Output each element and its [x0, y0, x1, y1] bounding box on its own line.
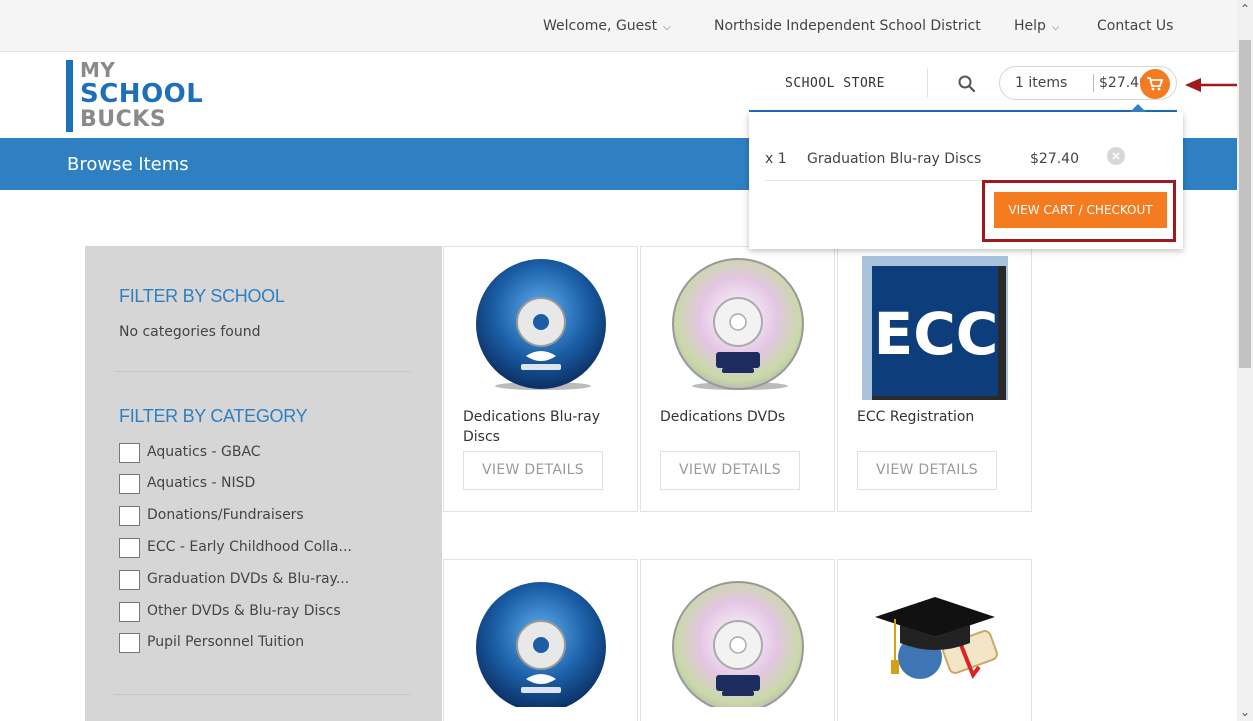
logo-text-bucks: BUCKS [80, 107, 167, 132]
checkbox[interactable] [119, 506, 140, 526]
remove-item-close-icon[interactable] [1107, 147, 1125, 165]
cart-dropdown: x 1 Graduation Blu-ray Discs $27.40 VIEW… [749, 104, 1183, 249]
filter-school-empty: No categories found [119, 324, 261, 340]
product-card[interactable]: Dedications DVDs VIEW DETAILS [640, 246, 835, 512]
checkbox[interactable] [119, 633, 140, 653]
blu-ray-disc-icon [471, 567, 611, 712]
myschoolbucks-logo[interactable]: MY SCHOOL BUCKS [66, 58, 216, 132]
help-menu[interactable]: Help ⌵ [1014, 18, 1060, 34]
cart-item-price: $27.40 [1030, 151, 1079, 167]
product-card[interactable] [443, 559, 638, 721]
dvd-disc-icon [668, 567, 808, 713]
view-details-button[interactable]: VIEW DETAILS [660, 451, 800, 490]
category-label: Donations/Fundraisers [147, 507, 304, 523]
graduation-cap-icon [865, 567, 1005, 707]
category-label: ECC - Early Childhood Colla... [147, 539, 352, 555]
cart-item-name: Graduation Blu-ray Discs [807, 151, 982, 167]
category-label: Graduation DVDs & Blu-ray... [147, 571, 350, 587]
annotation-arrow-icon [1185, 75, 1241, 95]
school-store-link[interactable]: SCHOOL STORE [785, 76, 885, 91]
cart-button[interactable] [1140, 69, 1170, 99]
chevron-down-icon: ⌵ [663, 22, 671, 33]
chevron-down-icon: ⌵ [1051, 22, 1060, 33]
filter-panel: FILTER BY SCHOOL No categories found FIL… [85, 246, 442, 721]
ecc-logo-text: ECC [874, 300, 999, 368]
checkbox[interactable] [119, 443, 140, 463]
product-name[interactable]: Dedications DVDs [660, 407, 825, 427]
shopping-cart-icon [1147, 77, 1163, 91]
cart-divider [1093, 74, 1094, 92]
category-label: Aquatics - NISD [147, 475, 256, 491]
checkbox[interactable] [119, 602, 140, 622]
filter-divider [114, 371, 411, 372]
scrollbar[interactable]: ⌃ ⌄ [1237, 0, 1253, 721]
blu-ray-disc-icon [471, 254, 611, 394]
product-name[interactable]: Dedications Blu-ray Discs [463, 407, 628, 447]
header-divider [927, 68, 928, 98]
logo-text-school: SCHOOL [80, 79, 204, 109]
filter-school-heading: FILTER BY SCHOOL [119, 286, 285, 306]
ecc-logo-icon: ECC [862, 254, 1008, 402]
product-name[interactable]: ECC Registration [857, 407, 1022, 427]
checkbox[interactable] [119, 538, 140, 558]
category-label: Other DVDs & Blu-ray Discs [147, 603, 341, 619]
dropdown-caret [1130, 104, 1146, 112]
category-label: Pupil Personnel Tuition [147, 634, 305, 650]
logo-bar [66, 60, 73, 132]
dvd-disc-icon [668, 254, 808, 394]
district-link[interactable]: Northside Independent School District [714, 18, 981, 34]
category-label: Aquatics - GBAC [147, 444, 261, 460]
contact-us-link[interactable]: Contact Us [1097, 18, 1173, 34]
welcome-label: Welcome, Guest [543, 18, 658, 34]
scroll-down-chevron-icon[interactable]: ⌄ [1237, 703, 1253, 721]
product-card[interactable] [640, 559, 835, 721]
checkbox[interactable] [119, 570, 140, 590]
product-card[interactable]: Dedications Blu-ray Discs VIEW DETAILS [443, 246, 638, 512]
help-label: Help [1014, 18, 1046, 34]
page-title: Browse Items [67, 154, 189, 175]
filter-category-heading: FILTER BY CATEGORY [119, 406, 308, 426]
cart-item-quantity: x 1 [765, 151, 787, 167]
view-details-button[interactable]: VIEW DETAILS [463, 451, 603, 490]
product-card[interactable]: ECC ECC Registration VIEW DETAILS [837, 246, 1032, 512]
filter-divider [114, 694, 411, 695]
view-cart-checkout-button[interactable]: VIEW CART / CHECKOUT [994, 192, 1167, 228]
search-icon[interactable] [958, 75, 976, 93]
top-bar: Welcome, Guest ⌵ Northside Independent Sc… [0, 0, 1237, 52]
product-card[interactable] [837, 559, 1032, 721]
scroll-up-chevron-icon[interactable]: ⌃ [1237, 0, 1253, 18]
view-details-button[interactable]: VIEW DETAILS [857, 451, 997, 490]
welcome-menu[interactable]: Welcome, Guest ⌵ [543, 18, 671, 34]
cart-count: 1 items [1015, 75, 1068, 91]
scrollbar-thumb[interactable] [1239, 40, 1251, 368]
cart-summary[interactable]: 1 items $27.40 [999, 66, 1177, 100]
checkbox[interactable] [119, 474, 140, 494]
